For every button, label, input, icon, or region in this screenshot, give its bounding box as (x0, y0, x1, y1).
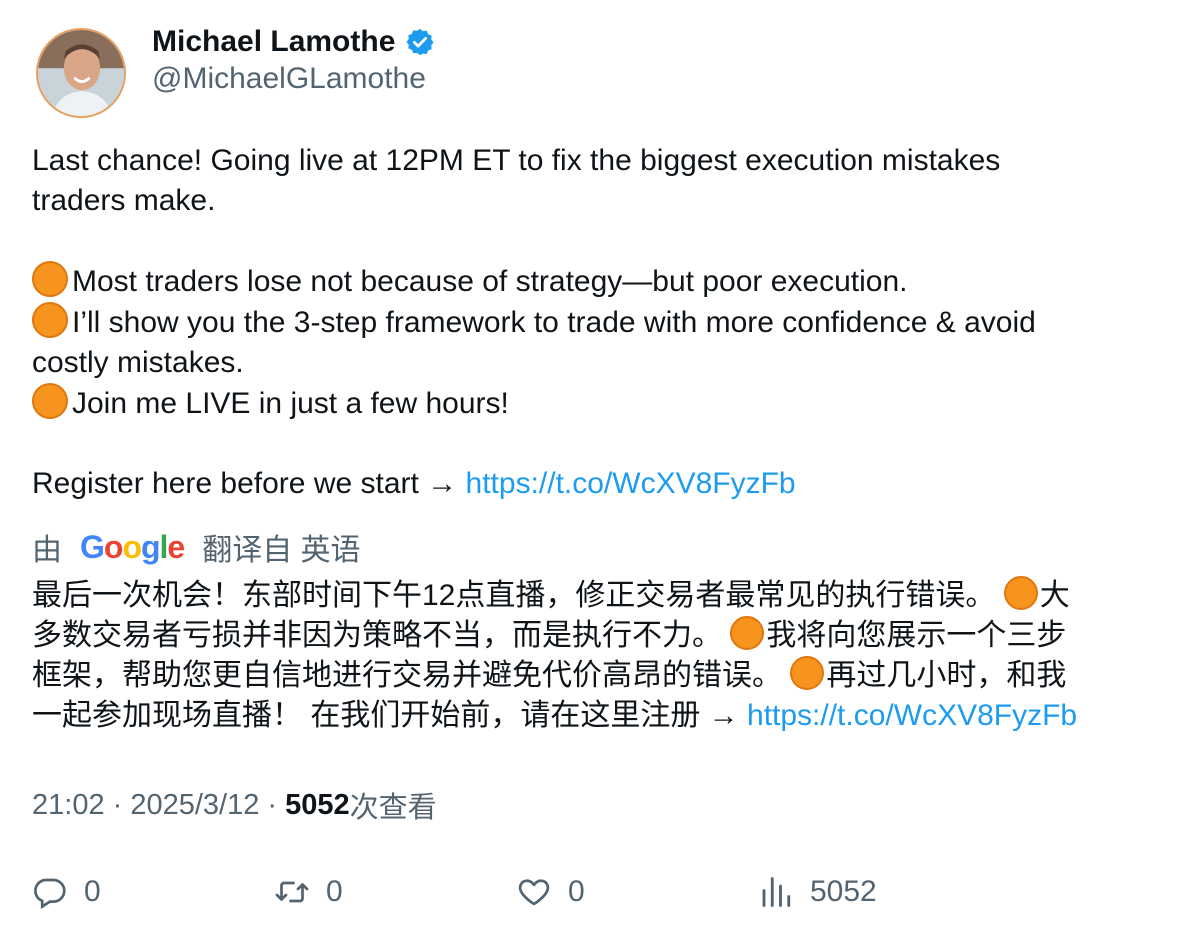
retweet-count: 0 (326, 875, 343, 908)
avatar-photo (38, 30, 124, 116)
like-button[interactable]: 0 (516, 868, 585, 916)
heart-icon (518, 879, 550, 906)
translated-line: 框架，帮助您更自信地进行交易并避免代价高昂的错误。 再过几小时，和我 (32, 656, 1182, 696)
translated-line: 最后一次机会！东部时间下午12点直播，修正交易者最常见的执行错误。 大 (32, 576, 1182, 616)
views-count: 5052 (285, 788, 350, 821)
author-name-row[interactable]: Michael Lamothe (152, 22, 435, 62)
translation-attribution: 由 Google 翻译自 英语 (32, 526, 361, 568)
reply-count: 0 (84, 875, 101, 908)
retweet-icon (275, 881, 309, 903)
orange-circle-icon (32, 383, 68, 419)
translated-text: 最后一次机会！东部时间下午12点直播，修正交易者最常见的执行错误。 大 多数交易… (32, 576, 1182, 736)
translated-line: 一起参加现场直播！ 在我们开始前，请在这里注册 → https://t.co/W… (32, 699, 1078, 732)
tweet-line: traders make. (32, 184, 216, 217)
verified-badge-icon (406, 28, 434, 56)
orange-circle-icon (790, 656, 825, 690)
views-button[interactable]: 5052 (758, 868, 877, 916)
author-avatar[interactable] (36, 28, 126, 118)
retweet-button[interactable]: 0 (274, 868, 343, 916)
tweet-bullet-line: I’ll show you the 3-step framework to tr… (32, 302, 1172, 343)
orange-circle-icon (32, 261, 68, 297)
author-handle[interactable]: @MichaelGLamothe (152, 62, 426, 96)
tweet-meta: 21:02 · 2025/3/12 · 5052 次查看 (32, 784, 437, 826)
translated-line: 多数交易者亏损并非因为策略不当，而是执行不力。 我将向您展示一个三步 (32, 616, 1182, 656)
orange-circle-icon (1003, 576, 1038, 610)
analytics-bar-icon (762, 877, 791, 907)
action-bar: 0 0 0 5052 (32, 868, 1172, 916)
translation-prefix: 由 (32, 534, 62, 567)
orange-circle-icon (32, 302, 68, 338)
views-action-count: 5052 (810, 875, 877, 908)
tweet-line: Last chance! Going live at 12PM ET to fi… (32, 144, 1001, 177)
tweet-time[interactable]: 21:02 (32, 789, 105, 822)
tweet-line: costly mistakes. (32, 346, 244, 379)
google-logo-icon: Google (80, 528, 185, 565)
orange-circle-icon (730, 616, 765, 650)
tweet-bullet-line: Most traders lose not because of strateg… (32, 261, 1172, 302)
tweet-link[interactable]: https://t.co/WcXV8FyzFb (466, 467, 796, 500)
tweet-bullet-line: Join me LIVE in just a few hours! (32, 383, 1172, 424)
author-name[interactable]: Michael Lamothe (152, 25, 395, 59)
views-label: 次查看 (349, 792, 437, 824)
tweet-register-line: Register here before we start → https://… (32, 467, 796, 500)
tweet-body: Last chance! Going live at 12PM ET to fi… (32, 141, 1172, 504)
tweet-date[interactable]: 2025/3/12 (130, 789, 259, 822)
translation-source-language[interactable]: 翻译自 英语 (202, 525, 360, 569)
reply-button[interactable]: 0 (32, 868, 101, 916)
reply-icon (34, 878, 66, 910)
translated-link[interactable]: https://t.co/WcXV8FyzFb (747, 699, 1077, 732)
like-count: 0 (568, 875, 585, 908)
